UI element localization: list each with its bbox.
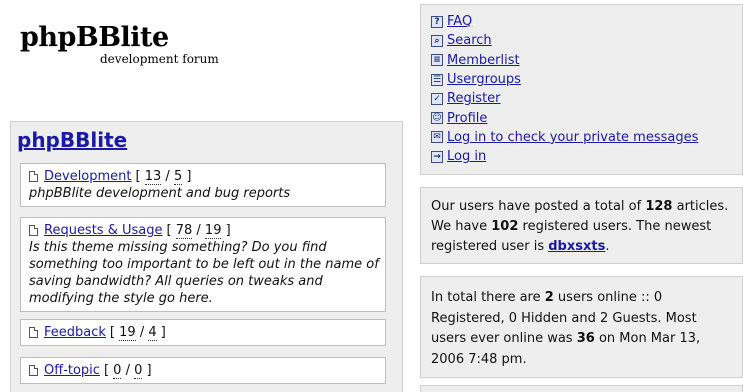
usergroups-icon: ☰ <box>431 73 443 86</box>
forum-document-icon <box>29 365 38 376</box>
category-link[interactable]: Off-topic <box>44 362 100 379</box>
forum-document-icon <box>29 171 38 182</box>
category-stats: [ 13 / 5 ] <box>135 169 192 185</box>
forum-document-icon <box>29 225 38 236</box>
nav-link[interactable]: Usergroups <box>447 72 521 87</box>
profile-icon: ☺ <box>431 112 443 125</box>
category-link[interactable]: Requests & Usage <box>44 222 163 239</box>
nav-link[interactable]: Memberlist <box>447 53 520 68</box>
navigation-panel: ? FAQ ⌕ Search ≡ Memberlist ☰ Usergroups… <box>420 4 743 175</box>
nav-item-login[interactable]: → Log in <box>431 147 742 166</box>
stats-text: Our users have posted a total of <box>431 199 646 214</box>
faq-icon: ? <box>431 15 443 28</box>
category-link[interactable]: Development <box>44 168 132 185</box>
messages-icon: ✉ <box>431 131 443 144</box>
category-feedback: Feedback [ 19 / 4 ] <box>20 319 386 346</box>
memberlist-icon: ≡ <box>431 54 443 67</box>
forum-title-link[interactable]: phpBBlite <box>17 128 127 152</box>
max-online-count: 36 <box>576 331 595 346</box>
nav-item-register[interactable]: ✓ Register <box>431 89 742 108</box>
nav-link[interactable]: Search <box>447 33 492 48</box>
register-icon: ✓ <box>431 92 443 105</box>
online-text: In total there are <box>431 290 545 305</box>
nav-item-messages[interactable]: ✉ Log in to check your private messages <box>431 128 742 147</box>
category-development: Development [ 13 / 5 ] phpBBlite develop… <box>20 163 386 207</box>
category-stats: [ 19 / 4 ] <box>109 325 166 341</box>
nav-link[interactable]: Profile <box>447 111 487 126</box>
category-description: phpBBlite development and bug reports <box>29 186 291 201</box>
search-icon: ⌕ <box>431 34 443 47</box>
forum-document-icon <box>29 327 38 338</box>
nav-item-search[interactable]: ⌕ Search <box>431 31 742 50</box>
nav-link[interactable]: Register <box>447 91 501 106</box>
site-subtitle: development forum <box>100 52 219 66</box>
registered-count: 102 <box>491 219 519 234</box>
nav-link[interactable]: Log in to check your private messages <box>447 130 698 145</box>
nav-link[interactable]: Log in <box>447 149 486 164</box>
category-requests-usage: Requests & Usage [ 78 / 19 ] Is this the… <box>20 217 386 312</box>
stats-panel: Our users have posted a total of 128 art… <box>420 187 743 264</box>
nav-item-profile[interactable]: ☺ Profile <box>431 108 742 127</box>
category-stats: [ 78 / 19 ] <box>166 223 231 239</box>
bottom-panel <box>420 385 743 392</box>
nav-link[interactable]: FAQ <box>447 14 472 29</box>
site-logo: phpBBlite development forum <box>20 22 240 72</box>
articles-count: 128 <box>645 199 673 214</box>
nav-item-usergroups[interactable]: ☰ Usergroups <box>431 70 742 89</box>
stats-text: . <box>605 239 610 254</box>
category-stats: [ 0 / 0 ] <box>103 363 152 379</box>
newest-user-link[interactable]: dbxsxts <box>548 239 605 254</box>
online-panel: In total there are 2 users online :: 0 R… <box>420 276 743 378</box>
category-description: Is this theme missing something? Do you … <box>29 240 379 306</box>
category-link[interactable]: Feedback <box>44 324 106 341</box>
online-count: 2 <box>544 290 554 305</box>
nav-item-memberlist[interactable]: ≡ Memberlist <box>431 51 742 70</box>
login-icon: → <box>431 150 443 163</box>
nav-item-faq[interactable]: ? FAQ <box>431 12 742 31</box>
site-title: phpBBlite <box>20 22 169 53</box>
category-off-topic: Off-topic [ 0 / 0 ] <box>20 357 386 384</box>
